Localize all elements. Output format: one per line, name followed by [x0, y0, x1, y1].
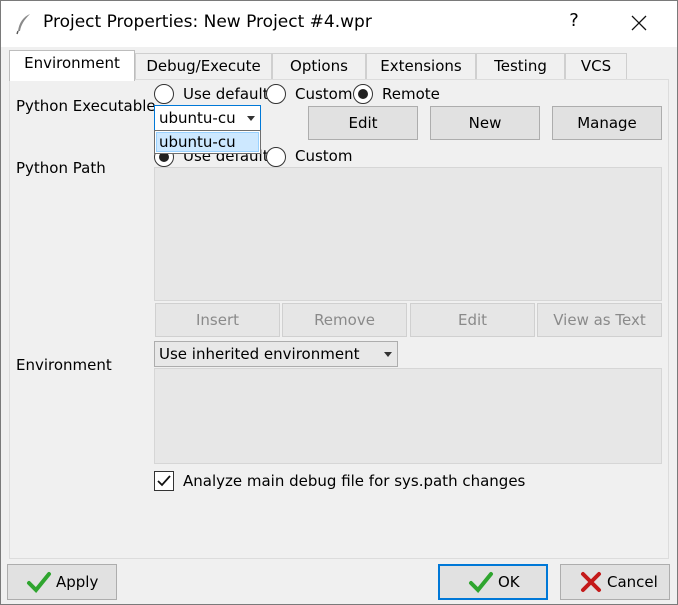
environment-select[interactable]: Use inherited environment	[154, 341, 398, 367]
cancel-button[interactable]: Cancel	[560, 564, 670, 600]
exec-custom-radio[interactable]	[266, 84, 286, 104]
edit-path-button[interactable]: Edit	[410, 303, 535, 337]
remote-host-value: ubuntu-cu	[159, 109, 236, 127]
environment-variables-text[interactable]	[154, 368, 662, 464]
cancel-label: Cancel	[607, 573, 658, 591]
ok-label: OK	[498, 573, 520, 591]
remote-host-dropdown: ubuntu-cu	[154, 130, 261, 154]
chevron-down-icon	[384, 352, 392, 357]
analyze-sys-path-checkbox[interactable]	[154, 471, 174, 491]
environment-select-value: Use inherited environment	[159, 345, 360, 363]
exec-remote-radio[interactable]	[353, 84, 373, 104]
analyze-sys-path-label: Analyze main debug file for sys.path cha…	[183, 472, 526, 490]
chevron-down-icon	[247, 116, 255, 121]
tab-options[interactable]: Options	[272, 53, 366, 79]
path-custom-label: Custom	[295, 147, 353, 165]
title-bar: Project Properties: New Project #4.wpr ?	[1, 1, 677, 47]
check-icon	[468, 570, 494, 598]
close-button[interactable]	[621, 7, 657, 39]
exec-use-default-label: Use default	[183, 85, 269, 103]
manage-remote-button[interactable]: Manage	[552, 106, 662, 140]
exec-custom-label: Custom	[295, 85, 353, 103]
path-custom-radio[interactable]	[266, 147, 286, 167]
exec-use-default-radio[interactable]	[154, 84, 174, 104]
python-path-list[interactable]	[154, 167, 662, 301]
quill-icon	[15, 13, 33, 39]
help-button[interactable]: ?	[563, 10, 585, 38]
check-icon	[26, 570, 52, 598]
edit-remote-button[interactable]: Edit	[308, 106, 418, 140]
python-executable-label: Python Executable	[16, 97, 156, 115]
tab-testing[interactable]: Testing	[476, 53, 565, 79]
view-as-text-button[interactable]: View as Text	[537, 303, 662, 337]
exec-remote-label: Remote	[382, 85, 440, 103]
ok-button[interactable]: OK	[438, 564, 548, 600]
environment-label: Environment	[16, 356, 112, 374]
tab-debug-execute[interactable]: Debug/Execute	[135, 53, 272, 79]
remove-path-button[interactable]: Remove	[282, 303, 407, 337]
dropdown-item-ubuntu-cu[interactable]: ubuntu-cu	[156, 132, 259, 152]
tab-environment[interactable]: Environment	[9, 50, 135, 81]
tab-extensions[interactable]: Extensions	[366, 53, 476, 79]
checkmark-icon	[157, 475, 171, 487]
remote-host-select[interactable]: ubuntu-cu	[154, 105, 261, 131]
tab-vcs[interactable]: VCS	[565, 53, 627, 79]
project-properties-dialog: Project Properties: New Project #4.wpr ?…	[0, 0, 678, 605]
apply-label: Apply	[56, 573, 99, 591]
x-icon	[579, 570, 603, 598]
new-remote-button[interactable]: New	[430, 106, 540, 140]
apply-button[interactable]: Apply	[7, 564, 117, 600]
window-title: Project Properties: New Project #4.wpr	[43, 12, 372, 32]
close-icon	[631, 15, 647, 31]
python-path-label: Python Path	[16, 159, 106, 177]
insert-path-button[interactable]: Insert	[155, 303, 280, 337]
